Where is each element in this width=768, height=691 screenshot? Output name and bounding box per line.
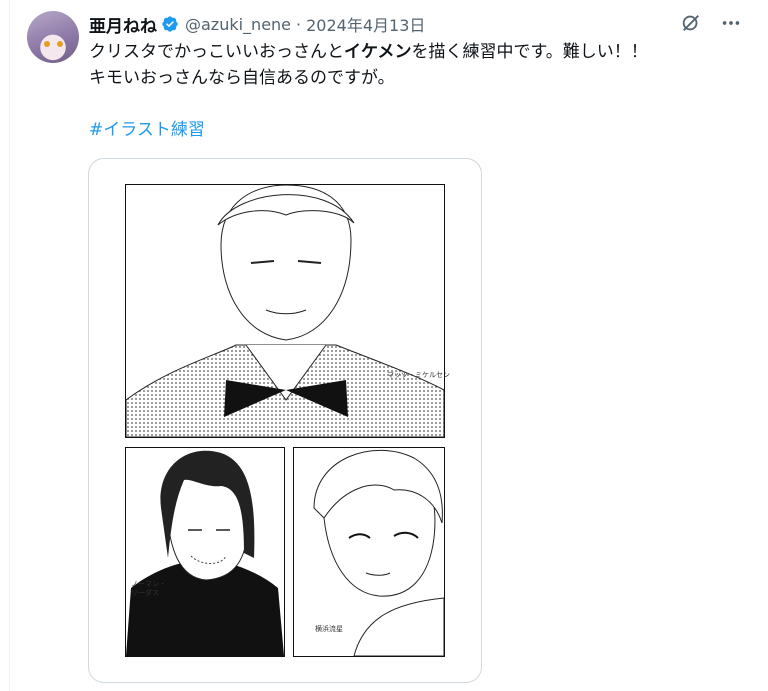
tweet-text-line-2: キモいおっさんなら自信あるのですが。 bbox=[89, 68, 395, 88]
tweet-actions-top bbox=[680, 12, 742, 34]
avatar-eye-left bbox=[44, 41, 50, 47]
more-icon[interactable] bbox=[720, 12, 742, 34]
panel-bottom-right-caption: 横浜流星 bbox=[315, 625, 343, 633]
author-handle[interactable]: @azuki_nene bbox=[185, 15, 291, 34]
timeline-divider bbox=[9, 0, 10, 691]
author-avatar[interactable] bbox=[27, 11, 79, 63]
panel-bottom-left-drawing bbox=[126, 450, 284, 656]
tweet-text-part: を描く練習中です。難しい！！ bbox=[411, 42, 648, 62]
panel-top-drawing bbox=[126, 185, 444, 437]
tweet-date[interactable]: 2024年4月13日 bbox=[306, 12, 425, 36]
tweet-text-part: クリスタでかっこいいおっさんと bbox=[89, 42, 344, 62]
panel-top-caption: マッツ・ミケルセン bbox=[387, 371, 450, 379]
tweet-media[interactable]: マッツ・ミケルセン ノーマン・リーダス 横浜流星 bbox=[88, 158, 482, 683]
author-display-name[interactable]: 亜月ねね bbox=[89, 12, 157, 37]
hashtag-link[interactable]: #イラスト練習 bbox=[89, 118, 205, 142]
verified-badge-icon[interactable] bbox=[161, 15, 179, 33]
grok-icon[interactable] bbox=[680, 12, 702, 34]
panel-bottom-left bbox=[125, 447, 285, 657]
avatar-eye-right bbox=[57, 41, 63, 47]
manga-page: マッツ・ミケルセン ノーマン・リーダス 横浜流星 bbox=[125, 184, 450, 657]
tweet-header: 亜月ねね @azuki_nene · 2024年4月13日 bbox=[89, 12, 425, 37]
panel-top bbox=[125, 184, 445, 438]
tweet-text-line-1: クリスタでかっこいいおっさんとイケメンを描く練習中です。難しい！！ bbox=[89, 40, 648, 64]
tweet-text-bold: イケメン bbox=[344, 42, 412, 62]
panel-bottom-left-caption: ノーマン・リーダス bbox=[131, 580, 166, 597]
header-separator: · bbox=[296, 14, 302, 34]
